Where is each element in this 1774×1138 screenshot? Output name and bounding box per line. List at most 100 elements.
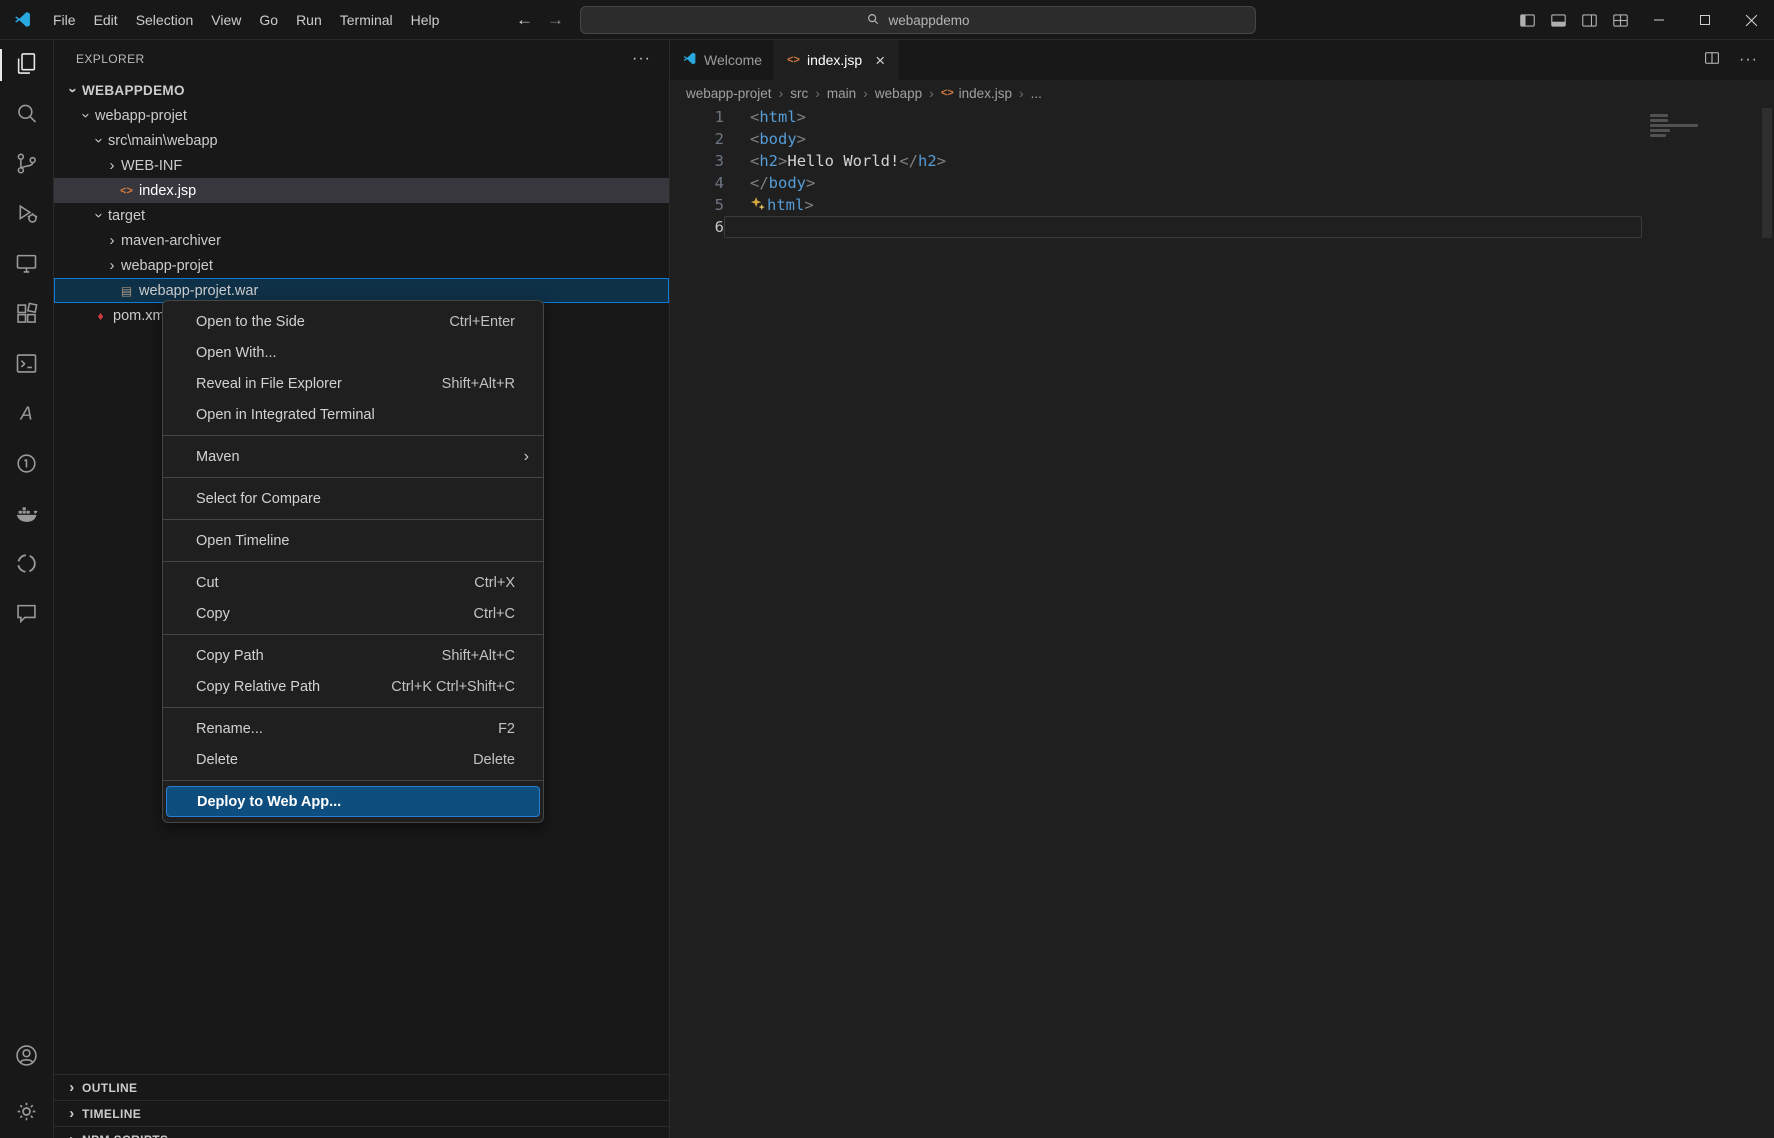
- menu-separator: [163, 477, 543, 478]
- activity-comment[interactable]: [0, 590, 53, 640]
- menu-terminal[interactable]: Terminal: [331, 0, 402, 39]
- activity-azure[interactable]: A: [0, 390, 53, 440]
- tree-item-index-jsp[interactable]: <>index.jsp: [54, 178, 669, 203]
- activity-remote-explorer[interactable]: [0, 240, 53, 290]
- menu-run[interactable]: Run: [287, 0, 331, 39]
- tree-item-web-inf[interactable]: ›WEB-INF: [54, 153, 669, 178]
- breadcrumb-item-src[interactable]: src: [790, 86, 808, 101]
- activity-run-debug[interactable]: [0, 190, 53, 240]
- tree-item-webapp-projet[interactable]: ›webapp-projet: [54, 103, 669, 128]
- customize-layout-icon[interactable]: [1605, 0, 1636, 40]
- explorer-title: EXPLORER: [76, 52, 145, 66]
- menu-bar: FileEditSelectionViewGoRunTerminalHelp: [44, 0, 448, 39]
- tree-item-webappdemo[interactable]: ›WEBAPPDEMO: [54, 78, 669, 103]
- archive-file-icon: ▤: [117, 284, 136, 298]
- section-timeline[interactable]: ›TIMELINE: [54, 1100, 669, 1126]
- close-button[interactable]: [1728, 0, 1774, 40]
- activity-terminal-window[interactable]: [0, 340, 53, 390]
- menu-item-delete[interactable]: DeleteDelete: [163, 744, 543, 775]
- minimize-button[interactable]: [1636, 0, 1682, 40]
- minimap-line: [1650, 134, 1666, 137]
- tree-item-src-main-webapp[interactable]: ›src\main\webapp: [54, 128, 669, 153]
- code-line-5[interactable]: 5html>: [670, 194, 1642, 216]
- menu-item-deploy-to-web-app[interactable]: Deploy to Web App...: [166, 786, 540, 817]
- tree-item-webapp-projet[interactable]: ›webapp-projet: [54, 253, 669, 278]
- command-center-search[interactable]: webappdemo: [580, 6, 1256, 34]
- more-actions-icon[interactable]: ···: [632, 50, 651, 68]
- menu-item-maven[interactable]: Maven›: [163, 441, 543, 472]
- menu-go[interactable]: Go: [250, 0, 287, 39]
- code-content: </body>: [724, 172, 1642, 194]
- tree-item-label: pom.xml: [113, 308, 168, 324]
- chevron-down-icon: ›: [78, 107, 95, 125]
- code-token: >: [797, 130, 806, 148]
- close-tab-icon[interactable]: ×: [875, 52, 885, 69]
- activity-extensions[interactable]: [0, 290, 53, 340]
- code-line-1[interactable]: 1<html>: [670, 106, 1642, 128]
- settings-menu[interactable]: [0, 1088, 53, 1138]
- explorer-header: EXPLORER ···: [54, 40, 669, 78]
- menu-help[interactable]: Help: [402, 0, 449, 39]
- code-line-6[interactable]: 6: [670, 216, 1642, 238]
- split-editor-icon[interactable]: [1703, 49, 1721, 71]
- breadcrumb-item-[interactable]: ...: [1031, 86, 1042, 101]
- breadcrumb-item-webapp-projet[interactable]: webapp-projet: [686, 86, 772, 101]
- breadcrumb-item-webapp[interactable]: webapp: [875, 86, 922, 101]
- minimap-line: [1650, 119, 1668, 122]
- maximize-button[interactable]: [1682, 0, 1728, 40]
- more-actions-icon[interactable]: ···: [1739, 51, 1758, 69]
- menu-item-open-to-the-side[interactable]: Open to the SideCtrl+Enter: [163, 306, 543, 337]
- activity-docker[interactable]: [0, 490, 53, 540]
- section-npm-scripts[interactable]: ›NPM SCRIPTS: [54, 1126, 669, 1138]
- editor-scrollbar[interactable]: [1762, 108, 1772, 238]
- svg-text:A: A: [19, 403, 32, 423]
- section-outline[interactable]: ›OUTLINE: [54, 1074, 669, 1100]
- chevron-right-icon: ›: [62, 1105, 82, 1122]
- code-editor[interactable]: 1<html>2<body>3<h2>Hello World!</h2>4</b…: [670, 106, 1774, 1138]
- code-line-2[interactable]: 2<body>: [670, 128, 1642, 150]
- menu-item-rename[interactable]: Rename...F2: [163, 713, 543, 744]
- breadcrumb-item-main[interactable]: main: [827, 86, 856, 101]
- activity-explorer[interactable]: [0, 40, 53, 90]
- menu-view[interactable]: View: [202, 0, 250, 39]
- tab-index-jsp[interactable]: <>index.jsp×: [775, 40, 898, 80]
- breadcrumb-separator-icon: ›: [779, 85, 784, 101]
- code-line-4[interactable]: 4</body>: [670, 172, 1642, 194]
- breadcrumb-item-index-jsp[interactable]: <>index.jsp: [941, 86, 1012, 101]
- menu-item-select-for-compare[interactable]: Select for Compare: [163, 483, 543, 514]
- minimap[interactable]: [1642, 106, 1774, 1138]
- toggle-sidebar-right-icon[interactable]: [1574, 0, 1605, 40]
- menu-item-reveal-in-file-explorer[interactable]: Reveal in File ExplorerShift+Alt+R: [163, 368, 543, 399]
- code-line-3[interactable]: 3<h2>Hello World!</h2>: [670, 150, 1642, 172]
- tree-item-target[interactable]: ›target: [54, 203, 669, 228]
- toggle-panel-icon[interactable]: [1543, 0, 1574, 40]
- activity-dashed-circle-tool[interactable]: [0, 540, 53, 590]
- tree-item-maven-archiver[interactable]: ›maven-archiver: [54, 228, 669, 253]
- menu-selection[interactable]: Selection: [127, 0, 203, 39]
- menu-item-label: Rename...: [196, 721, 498, 737]
- menu-file[interactable]: File: [44, 0, 85, 39]
- toggle-sidebar-left-icon[interactable]: [1512, 0, 1543, 40]
- tab-welcome[interactable]: Welcome: [670, 40, 775, 80]
- menu-item-copy-relative-path[interactable]: Copy Relative PathCtrl+K Ctrl+Shift+C: [163, 671, 543, 702]
- back-arrow-icon[interactable]: ←: [516, 10, 533, 30]
- line-number: 2: [670, 128, 724, 150]
- activity-bar: A: [0, 40, 54, 1138]
- menu-item-label: Delete: [196, 752, 473, 768]
- code-content: <h2>Hello World!</h2>: [724, 150, 1642, 172]
- menu-item-copy[interactable]: CopyCtrl+C: [163, 598, 543, 629]
- menu-item-open-timeline[interactable]: Open Timeline: [163, 525, 543, 556]
- menu-item-cut[interactable]: CutCtrl+X: [163, 567, 543, 598]
- activity-source-control[interactable]: [0, 140, 53, 190]
- azure-a-icon: A: [13, 400, 40, 431]
- account-menu[interactable]: [0, 1032, 53, 1082]
- forward-arrow-icon[interactable]: →: [547, 10, 564, 30]
- menu-item-open-with[interactable]: Open With...: [163, 337, 543, 368]
- chevron-right-icon: ›: [103, 157, 121, 174]
- code-content: [724, 216, 1642, 238]
- menu-item-copy-path[interactable]: Copy PathShift+Alt+C: [163, 640, 543, 671]
- menu-item-open-in-integrated-terminal[interactable]: Open in Integrated Terminal: [163, 399, 543, 430]
- activity-circle-tool[interactable]: [0, 440, 53, 490]
- activity-search[interactable]: [0, 90, 53, 140]
- menu-edit[interactable]: Edit: [85, 0, 127, 39]
